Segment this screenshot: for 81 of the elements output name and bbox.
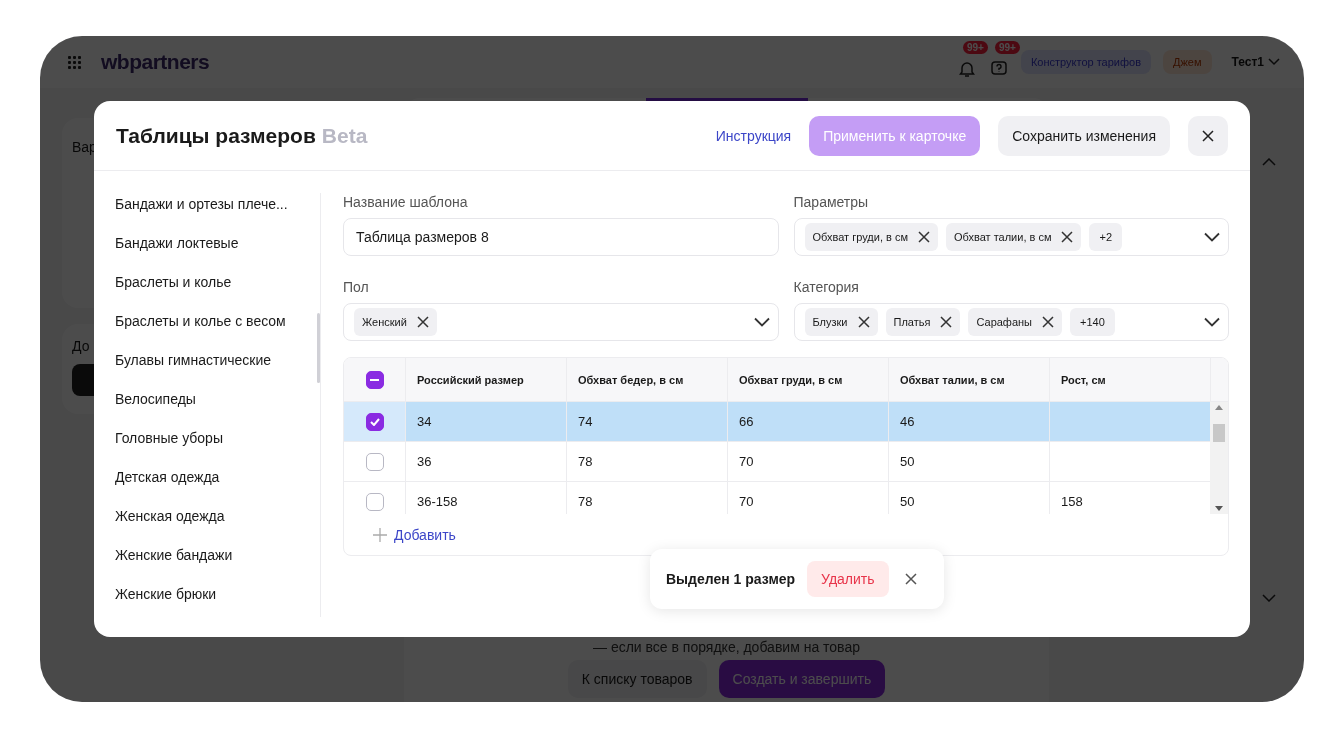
modal-title: Таблицы размеров xyxy=(116,123,316,148)
tag-chip[interactable]: Обхват талии, в см xyxy=(945,223,1082,251)
hint-text: — если все в порядке, добавим на товар xyxy=(593,639,860,655)
section-title: До xyxy=(72,338,91,354)
table-cell: 78 xyxy=(578,494,593,509)
category-item[interactable]: Браслеты и колье xyxy=(115,273,320,292)
tag-chip[interactable]: Сарафаны xyxy=(968,308,1063,336)
check-icon xyxy=(369,417,380,426)
more-count: +2 xyxy=(1089,223,1122,251)
checkbox[interactable] xyxy=(365,412,384,431)
column-header: Обхват бедер, в см xyxy=(566,358,727,401)
tag-chip[interactable]: Платья xyxy=(885,308,961,336)
table-cell: 70 xyxy=(739,494,754,509)
column-header: Обхват талии, в см xyxy=(888,358,1049,401)
table-cell: 158 xyxy=(1061,494,1083,509)
column-header: Рост, см xyxy=(1049,358,1210,401)
column-header: Обхват груди, в см xyxy=(727,358,888,401)
category-item[interactable]: Булавы гимнастические xyxy=(115,351,320,370)
gender-select[interactable]: Женский xyxy=(343,303,779,341)
scroll-up-icon[interactable] xyxy=(1215,405,1223,410)
table-cell: 74 xyxy=(578,414,593,429)
selection-text: Выделен 1 размер xyxy=(666,571,796,587)
minus-icon xyxy=(370,378,379,381)
remove-icon xyxy=(917,231,930,243)
chevron-down-icon xyxy=(1204,317,1220,327)
table-cell: 66 xyxy=(739,414,754,429)
field-label: Категория xyxy=(793,278,860,296)
remove-icon xyxy=(940,316,953,328)
plus-icon xyxy=(372,526,388,543)
remove-icon xyxy=(857,316,870,328)
table-cell: 50 xyxy=(900,494,915,509)
beta-label: Beta xyxy=(321,123,368,148)
table-row[interactable]: 36-158 78 70 50 158 xyxy=(344,482,1210,514)
scroll-thumb[interactable] xyxy=(1213,424,1225,442)
close-button[interactable] xyxy=(1188,115,1228,156)
parameters-select[interactable]: Обхват груди, в см Обхват талии, в см +2 xyxy=(793,218,1229,256)
save-button[interactable]: Сохранить изменения xyxy=(998,115,1170,156)
table-row[interactable]: 36 78 70 50 xyxy=(344,442,1210,482)
table-cell: 36-158 xyxy=(417,494,458,509)
tag-chip[interactable]: Женский xyxy=(354,308,437,336)
table-row[interactable]: 34 74 66 46 xyxy=(344,402,1210,442)
category-item[interactable]: Велосипеды xyxy=(115,390,320,409)
category-item[interactable]: Браслеты и колье с весом xyxy=(115,312,320,331)
table-cell: 70 xyxy=(739,454,754,469)
category-item[interactable]: Головные уборы xyxy=(115,429,320,448)
field-label: Параметры xyxy=(793,193,870,211)
column-header: Российский размер xyxy=(405,358,566,401)
checkbox[interactable] xyxy=(365,452,384,471)
close-icon xyxy=(904,573,917,585)
input-field[interactable]: Таблица размеров 8 xyxy=(343,218,779,256)
chevron-down-icon xyxy=(753,317,770,327)
table-cell: 78 xyxy=(578,454,593,469)
field-label: Пол xyxy=(343,278,370,296)
tag-chip[interactable]: Обхват груди, в см xyxy=(804,223,938,251)
category-item[interactable]: Бандажи локтевые xyxy=(115,234,320,253)
delete-button[interactable]: Удалить xyxy=(807,561,889,597)
category-item[interactable]: Женские брюки xyxy=(115,585,320,604)
table-cell: 34 xyxy=(417,414,432,429)
close-icon xyxy=(1202,129,1214,142)
add-button[interactable]: Добавить xyxy=(372,526,456,543)
tag-chip[interactable]: Блузки xyxy=(804,308,878,336)
remove-icon xyxy=(1061,231,1074,243)
category-select[interactable]: Блузки Платья Сарафаны +140 xyxy=(793,303,1229,341)
checkbox[interactable] xyxy=(365,492,384,511)
more-count: +140 xyxy=(1070,308,1115,336)
table-cell: 46 xyxy=(900,414,915,429)
instruction-link[interactable]: Инструкция xyxy=(715,127,792,144)
field-label: Название шаблона xyxy=(343,193,469,211)
table-cell: 50 xyxy=(900,454,915,469)
scrollbar[interactable] xyxy=(1210,402,1228,514)
checkbox[interactable] xyxy=(365,370,384,389)
remove-icon xyxy=(416,316,429,328)
table-cell: 36 xyxy=(417,454,432,469)
category-item[interactable]: Женские бандажи xyxy=(115,546,320,565)
scroll-down-icon[interactable] xyxy=(1215,506,1223,511)
remove-icon xyxy=(1042,316,1055,328)
category-item[interactable]: Женская одежда xyxy=(115,507,320,526)
chevron-down-icon xyxy=(1204,232,1220,242)
category-item[interactable]: Бандажи и ортезы плече... xyxy=(115,195,320,214)
category-item[interactable]: Детская одежда xyxy=(115,468,320,487)
scrollbar[interactable] xyxy=(317,313,320,383)
